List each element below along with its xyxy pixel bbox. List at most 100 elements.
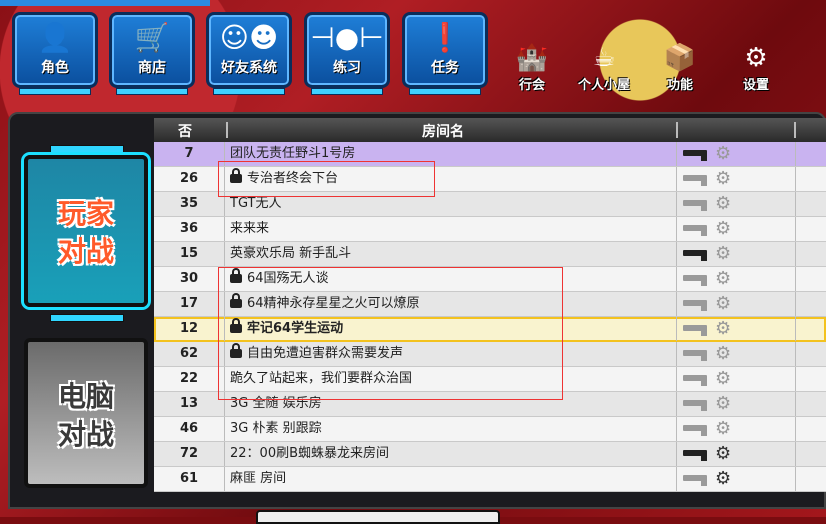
room-number: 15 [154,242,225,266]
weapon-icon [683,250,707,261]
room-number: 17 [154,292,225,316]
room-name: TGT无人 [230,192,282,216]
tab-pvp-label: 玩家 对战 [57,197,114,268]
table-row[interactable]: 7 团队无责任野斗1号房 ⚙ [154,142,826,167]
header-room-name: 房间名 [422,124,464,140]
room-number: 30 [154,267,225,291]
lock-icon [230,268,242,283]
nav-button-quest[interactable]: ❗ 任务 [402,12,488,95]
tab-pve-label: 电脑 对战 [57,380,114,451]
nav-button-character[interactable]: 👤 角色 [12,12,98,95]
gear-icon: ⚙ [744,43,768,73]
gear-icon: ⚙ [715,318,732,339]
gear-icon: ⚙ [715,243,732,264]
room-status: ⚙ [676,442,796,466]
table-row[interactable]: 12 牢记64学生运动 ⚙ [154,317,826,342]
weapon-icon [683,450,707,461]
weapon-icon [683,400,707,411]
table-row[interactable]: 62 自由免遭迫害群众需要发声 ⚙ [154,342,826,367]
nav-personal-room[interactable]: ☕ 个人小屋 [572,42,636,93]
room-number: 13 [154,392,225,416]
nav-settings[interactable]: ⚙ 设置 [724,42,788,93]
tab-player-vs-computer[interactable]: 电脑 对战 [24,338,148,488]
table-row[interactable]: 15 英豪欢乐局 新手乱斗 ⚙ [154,242,826,267]
weapon-icon [683,325,707,336]
gear-icon: ⚙ [715,418,732,439]
nav-guild[interactable]: 🏰 行会 [500,42,564,93]
room-name-text: 22：00刷B蜘蛛暴龙来房间 [230,446,390,461]
room-name: 3G 朴素 别跟踪 [230,417,322,441]
table-row[interactable]: 72 22：00刷B蜘蛛暴龙来房间 ⚙ [154,442,826,467]
room-status: ⚙ [676,392,796,416]
lock-icon [230,343,242,358]
weapon-icon [683,350,707,361]
room-name-text: 来来来 [230,221,270,236]
gear-icon: ⚙ [715,293,732,314]
room-name: 64精神永存星星之火可以燎原 [230,292,420,316]
table-row[interactable]: 17 64精神永存星星之火可以燎原 ⚙ [154,292,826,317]
quest-icon: ❗ [427,21,463,54]
room-name-text: TGT无人 [230,196,282,211]
room-number: 62 [154,342,225,366]
room-rows: 7 团队无责任野斗1号房 ⚙ 26 专治者终会下台 ⚙ 35 TGT无人 ⚙ 36 来来来 ⚙ 15 英豪… [154,142,826,492]
weapon-icon [683,275,707,286]
room-name-text: 麻匪 房间 [230,471,287,486]
room-number: 7 [154,142,225,166]
room-status: ⚙ [676,167,796,191]
room-number: 12 [154,317,225,341]
nav-button-friends[interactable]: ☺☻ 好友系统 [206,12,292,95]
cart-icon: 🛒 [134,21,170,54]
room-name: 英豪欢乐局 新手乱斗 [230,242,351,266]
room-name-text: 英豪欢乐局 新手乱斗 [230,246,352,261]
weapon-icon [683,475,707,486]
room-name: 专治者终会下台 [230,167,338,191]
room-name: 团队无责任野斗1号房 [230,142,355,166]
room-number: 72 [154,442,225,466]
room-name-text: 自由免遭迫害群众需要发声 [247,346,404,361]
room-number: 22 [154,367,225,391]
room-name: 自由免遭迫害群众需要发声 [230,342,403,366]
table-row[interactable]: 26 专治者终会下台 ⚙ [154,167,826,192]
table-header: 否 房间名 [154,118,826,142]
room-number: 36 [154,217,225,241]
table-row[interactable]: 30 64国殇无人谈 ⚙ [154,267,826,292]
lock-icon [230,318,242,333]
room-status: ⚙ [676,367,796,391]
nav-functions[interactable]: 📦 功能 [648,42,712,93]
weapon-icon [683,150,707,161]
room-number: 46 [154,417,225,441]
room-name: 3G 全随 娱乐房 [230,392,322,416]
room-status: ⚙ [676,342,796,366]
room-name-text: 团队无责任野斗1号房 [230,146,356,161]
room-name: 牢记64学生运动 [230,317,343,341]
room-status: ⚙ [676,242,796,266]
room-status: ⚙ [676,217,796,241]
nav-button-shop[interactable]: 🛒 商店 [109,12,195,95]
table-row[interactable]: 35 TGT无人 ⚙ [154,192,826,217]
weapon-icon [683,425,707,436]
guild-icon: 🏰 [515,43,549,73]
table-row[interactable]: 46 3G 朴素 别跟踪 ⚙ [154,417,826,442]
gear-icon: ⚙ [715,143,732,164]
room-status: ⚙ [676,267,796,291]
table-row[interactable]: 36 来来来 ⚙ [154,217,826,242]
table-row[interactable]: 13 3G 全随 娱乐房 ⚙ [154,392,826,417]
weapon-icon [683,200,707,211]
room-name: 22：00刷B蜘蛛暴龙来房间 [230,442,389,466]
weapon-icon [683,175,707,186]
nav-button-practice[interactable]: ⊣●⊢ 练习 [304,12,390,95]
bottom-button[interactable] [256,510,500,524]
room-name-text: 3G 全随 娱乐房 [230,396,322,411]
gear-icon: ⚙ [715,368,732,389]
room-name-text: 牢记64学生运动 [247,321,344,336]
top-accent-strip [0,0,210,6]
gear-icon: ⚙ [715,443,732,464]
table-row[interactable]: 61 麻匪 房间 ⚙ [154,467,826,492]
weapon-icon [683,225,707,236]
tab-player-vs-player[interactable]: 玩家 对战 [24,155,148,307]
table-row[interactable]: 22 跪久了站起来，我们要群众治国 ⚙ [154,367,826,392]
header-number: 否 [178,124,192,140]
lock-icon [230,293,242,308]
friends-icon: ☺☻ [219,21,279,54]
weapon-icon [683,375,707,386]
